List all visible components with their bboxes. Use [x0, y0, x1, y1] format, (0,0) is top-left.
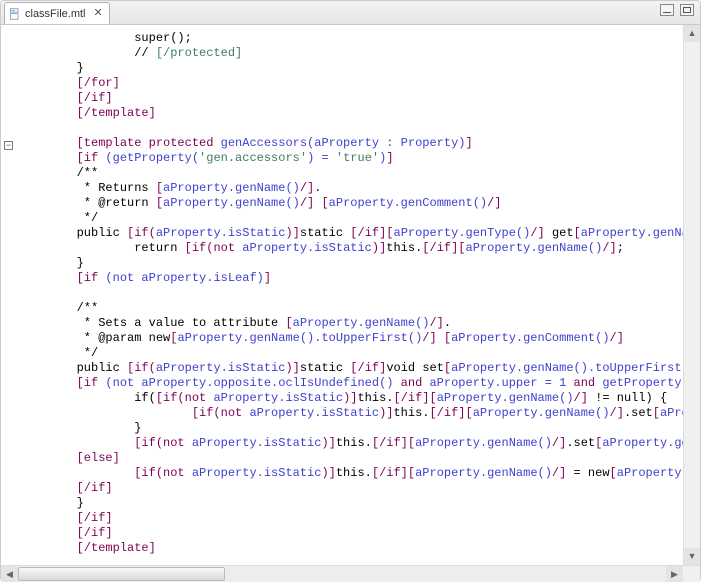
scroll-down-icon[interactable]: ▼: [684, 548, 700, 565]
fold-gutter: −: [1, 25, 19, 565]
code-line: [if (getProperty('gen.accessors') = 'tru…: [19, 151, 683, 166]
file-tab[interactable]: classFile.mtl ✕: [4, 2, 110, 24]
scroll-left-icon[interactable]: ◀: [1, 566, 18, 582]
code-viewport[interactable]: super(); // [/protected] } [/for] [/if] …: [19, 25, 683, 565]
code-line: [19, 121, 683, 136]
scroll-up-icon[interactable]: ▲: [684, 25, 700, 42]
code-line: // [/protected]: [19, 46, 683, 61]
close-icon[interactable]: ✕: [94, 8, 103, 19]
code-line: * Sets a value to attribute [aProperty.g…: [19, 316, 683, 331]
code-line: */: [19, 346, 683, 361]
code-line: [/if]: [19, 91, 683, 106]
hscroll-thumb[interactable]: [18, 567, 225, 581]
code-line: [if(not aProperty.isStatic)]this.[/if][a…: [19, 406, 683, 421]
editor-area: − super(); // [/protected] } [/for] [/if…: [1, 25, 700, 565]
file-icon: [9, 8, 21, 20]
code-line: /**: [19, 301, 683, 316]
maximize-button[interactable]: [680, 4, 694, 16]
code-line: }: [19, 256, 683, 271]
code-line: */: [19, 211, 683, 226]
scroll-right-icon[interactable]: ▶: [666, 566, 683, 582]
file-tab-label: classFile.mtl: [25, 8, 86, 20]
code-line: [if(not aProperty.isStatic)]this.[/if][a…: [19, 436, 683, 451]
code-line: [/template]: [19, 541, 683, 556]
code-line: if([if(not aProperty.isStatic)]this.[/if…: [19, 391, 683, 406]
code-line: public [if(aProperty.isStatic)]static [/…: [19, 226, 683, 241]
code-line: * @return [aProperty.genName()/] [aPrope…: [19, 196, 683, 211]
code-line: [if(not aProperty.isStatic)]this.[/if][a…: [19, 466, 683, 481]
code-line: }: [19, 496, 683, 511]
code-line: }: [19, 61, 683, 76]
code-line: super();: [19, 31, 683, 46]
window-controls: [660, 4, 694, 16]
code-line: * Returns [aProperty.genName()/].: [19, 181, 683, 196]
code-line: /**: [19, 166, 683, 181]
editor-tab-bar: classFile.mtl ✕: [1, 1, 700, 25]
vertical-scrollbar[interactable]: ▲ ▼: [683, 25, 700, 565]
code-line: public [if(aProperty.isStatic)]static [/…: [19, 361, 683, 376]
horizontal-scrollbar[interactable]: ◀ ▶: [1, 565, 700, 582]
hscroll-track[interactable]: [18, 566, 666, 582]
code-line: }: [19, 421, 683, 436]
code-line: [/if]: [19, 526, 683, 541]
code-line: [19, 286, 683, 301]
minimize-button[interactable]: [660, 4, 674, 16]
fold-toggle[interactable]: −: [4, 141, 13, 150]
code-line: return [if(not aProperty.isStatic)]this.…: [19, 241, 683, 256]
code-line: [/for]: [19, 76, 683, 91]
scrollbar-corner: [683, 566, 700, 582]
code-line: [if (not aProperty.opposite.oclIsUndefin…: [19, 376, 683, 391]
code-line: * @param new[aProperty.genName().toUpper…: [19, 331, 683, 346]
code-line: [if (not aProperty.isLeaf)]: [19, 271, 683, 286]
code-line: [/if]: [19, 511, 683, 526]
code-line: [/if]: [19, 481, 683, 496]
code-line: [template protected genAccessors(aProper…: [19, 136, 683, 151]
code-line: [/template]: [19, 106, 683, 121]
code-line: [else]: [19, 451, 683, 466]
code-content: super(); // [/protected] } [/for] [/if] …: [19, 25, 683, 562]
